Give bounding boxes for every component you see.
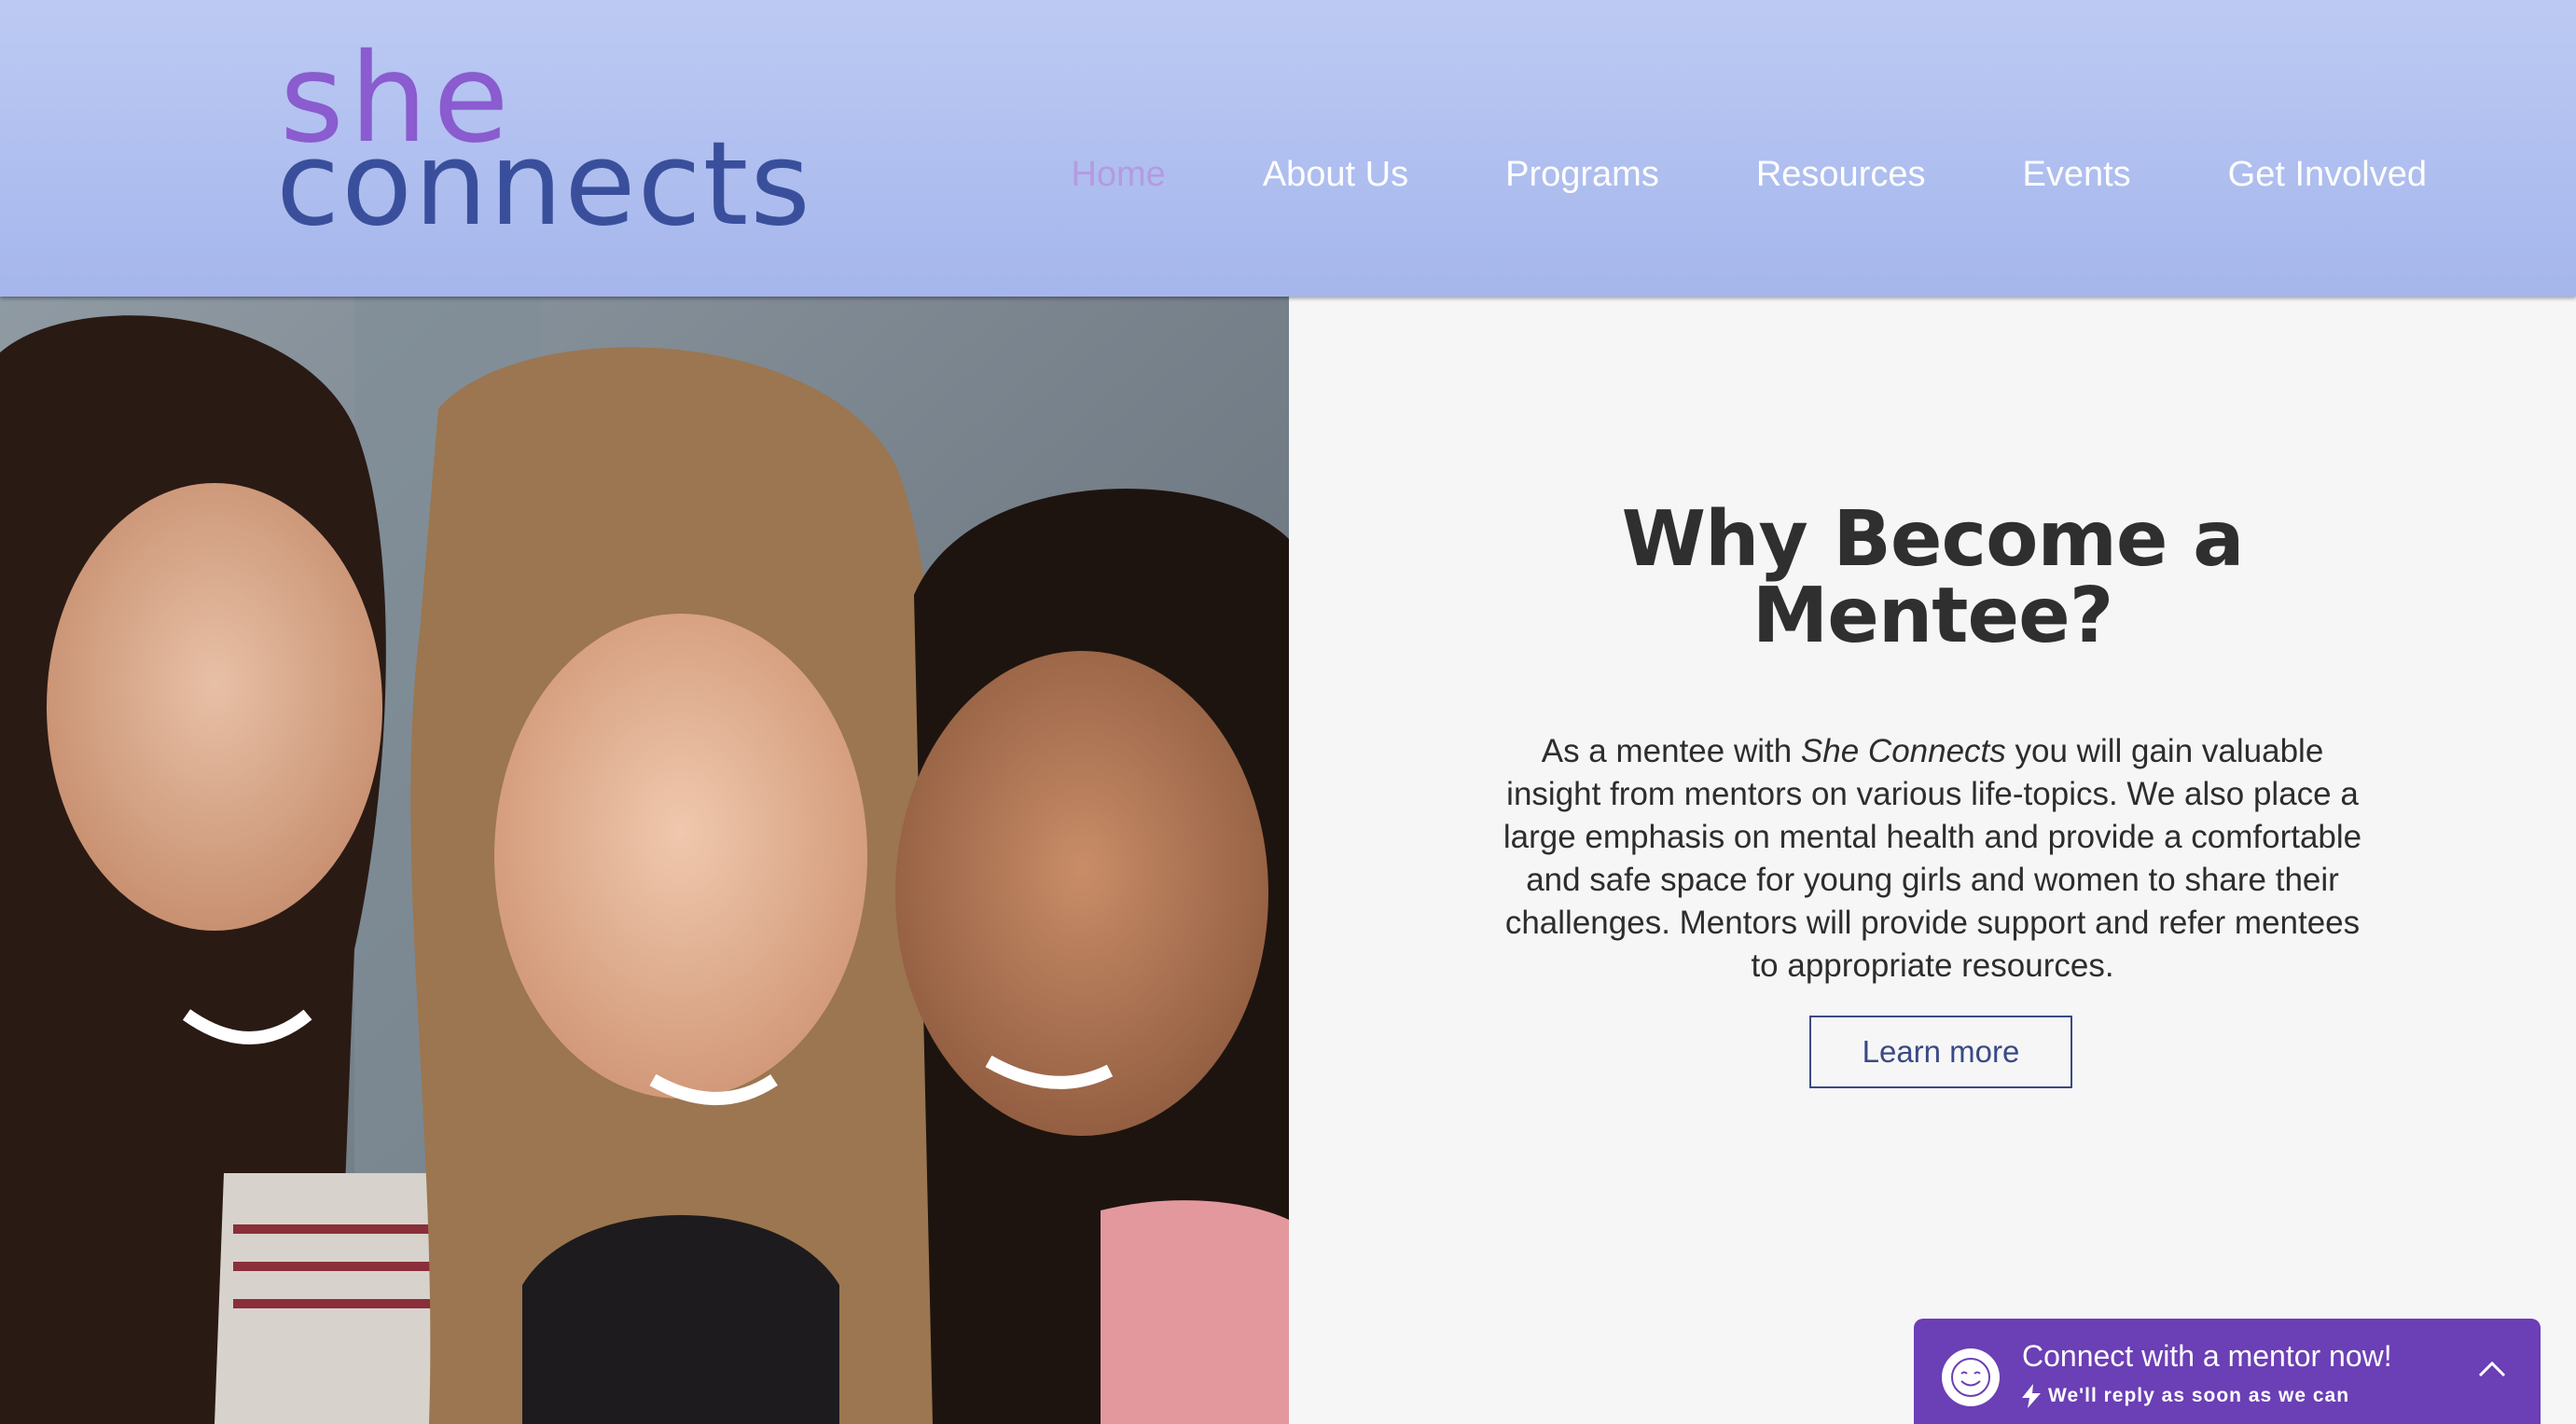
three-women-photo	[0, 297, 1289, 1424]
brand-name-italic: She Connects	[1800, 733, 2006, 769]
section-body: As a mentee with She Connects you will g…	[1494, 730, 2371, 988]
body-text-rest: you will gain valuable insight from ment…	[1503, 733, 2362, 984]
section-title: Why Become a Mentee?	[1289, 502, 2576, 655]
body-text-start: As a mentee with	[1541, 733, 1801, 769]
logo-connects-text: connects	[276, 118, 812, 252]
smiley-icon	[1942, 1348, 2000, 1406]
nav-events[interactable]: Events	[2022, 155, 2130, 195]
chevron-up-icon[interactable]	[2477, 1360, 2507, 1378]
chat-title: Connect with a mentor now!	[2022, 1339, 2392, 1373]
main-nav: Home About Us Programs Resources Events …	[1071, 155, 2427, 195]
hero-photo	[0, 297, 1289, 1424]
section-title-line2: Mentee?	[1752, 572, 2114, 660]
mentee-section: Why Become a Mentee? As a mentee with Sh…	[1289, 297, 2576, 1424]
nav-get-involved[interactable]: Get Involved	[2228, 155, 2427, 195]
chat-subtitle: We'll reply as soon as we can	[2022, 1384, 2349, 1408]
nav-home[interactable]: Home	[1071, 155, 1165, 195]
nav-about-us[interactable]: About Us	[1263, 155, 1408, 195]
lightning-icon	[2022, 1384, 2041, 1408]
site-header: she connects Home About Us Programs Reso…	[0, 0, 2576, 297]
nav-programs[interactable]: Programs	[1505, 155, 1659, 195]
site-logo[interactable]: she connects	[276, 37, 821, 261]
chat-widget[interactable]: Connect with a mentor now! We'll reply a…	[1914, 1319, 2541, 1424]
nav-resources[interactable]: Resources	[1756, 155, 1926, 195]
section-title-line1: Why Become a	[1621, 495, 2245, 584]
chat-subtitle-text: We'll reply as soon as we can	[2048, 1385, 2350, 1406]
learn-more-button[interactable]: Learn more	[1809, 1016, 2072, 1088]
